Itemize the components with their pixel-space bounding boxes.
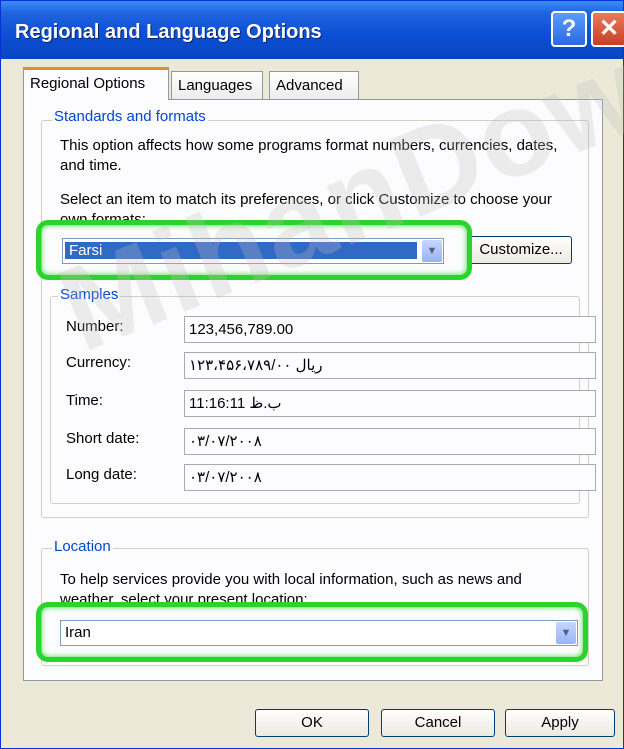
close-button[interactable]: ✕ [591, 11, 624, 47]
standards-description: This option affects how some programs fo… [60, 137, 558, 174]
tab-panel-regional-options: Standards and formats This option affect… [23, 99, 603, 681]
tab-regional-options[interactable]: Regional Options [23, 67, 169, 100]
title-bar[interactable]: Regional and Language Options ? ✕ [1, 1, 624, 59]
location-legend: Location [52, 538, 113, 555]
sample-value-time: 11:16:11 ب.ظ [184, 390, 596, 417]
dialog-window: Regional and Language Options ? ✕ Region… [0, 0, 624, 749]
sample-value-number: 123,456,789.00 [184, 316, 596, 343]
sample-value-long-date: ۰۳/۰۷/۲۰۰۸ [184, 464, 596, 491]
sample-label-number: Number: [66, 318, 124, 335]
apply-button[interactable]: Apply [505, 709, 615, 737]
tab-languages[interactable]: Languages [171, 71, 263, 99]
ok-button[interactable]: OK [255, 709, 369, 737]
sample-value-short-date: ۰۳/۰۷/۲۰۰۸ [184, 428, 596, 455]
sample-label-long-date: Long date: [66, 466, 137, 483]
highlight-location [36, 602, 588, 662]
sample-label-currency: Currency: [66, 354, 132, 371]
customize-button[interactable]: Customize... [470, 236, 572, 264]
location-description: To help services provide you with local … [60, 571, 522, 602]
sample-label-short-date: Short date: [66, 430, 140, 447]
highlight-format [36, 220, 472, 280]
sample-label-time: Time: [66, 392, 103, 409]
standards-legend: Standards and formats [52, 108, 208, 125]
help-button[interactable]: ? [551, 11, 587, 47]
sample-value-currency: ۱۲۳،۴۵۶،۷۸۹/۰۰ ریال [184, 352, 596, 379]
window-title: Regional and Language Options [15, 21, 322, 43]
tab-advanced[interactable]: Advanced [269, 71, 359, 99]
samples-legend: Samples [58, 286, 121, 303]
cancel-button[interactable]: Cancel [381, 709, 495, 737]
